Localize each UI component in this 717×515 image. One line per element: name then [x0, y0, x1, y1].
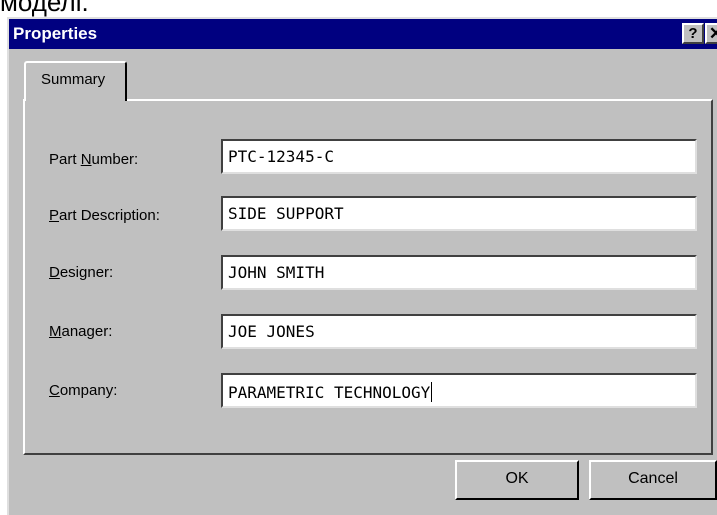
close-button[interactable]: ✕ [705, 23, 717, 44]
properties-dialog: Properties ? ✕ Summary Part Number: PTC-… [7, 17, 717, 515]
cancel-button[interactable]: Cancel [589, 460, 717, 500]
tab-summary-label: Summary [41, 71, 106, 88]
ok-button[interactable]: OK [455, 460, 579, 500]
summary-panel [23, 99, 713, 455]
help-button[interactable]: ? [682, 23, 704, 44]
tab-summary[interactable]: Summary [24, 61, 127, 101]
background-text: моделі. [0, 0, 89, 17]
tab-joint [26, 98, 125, 102]
window-title: Properties [13, 24, 98, 43]
title-bar[interactable]: Properties ? ✕ [9, 19, 717, 49]
